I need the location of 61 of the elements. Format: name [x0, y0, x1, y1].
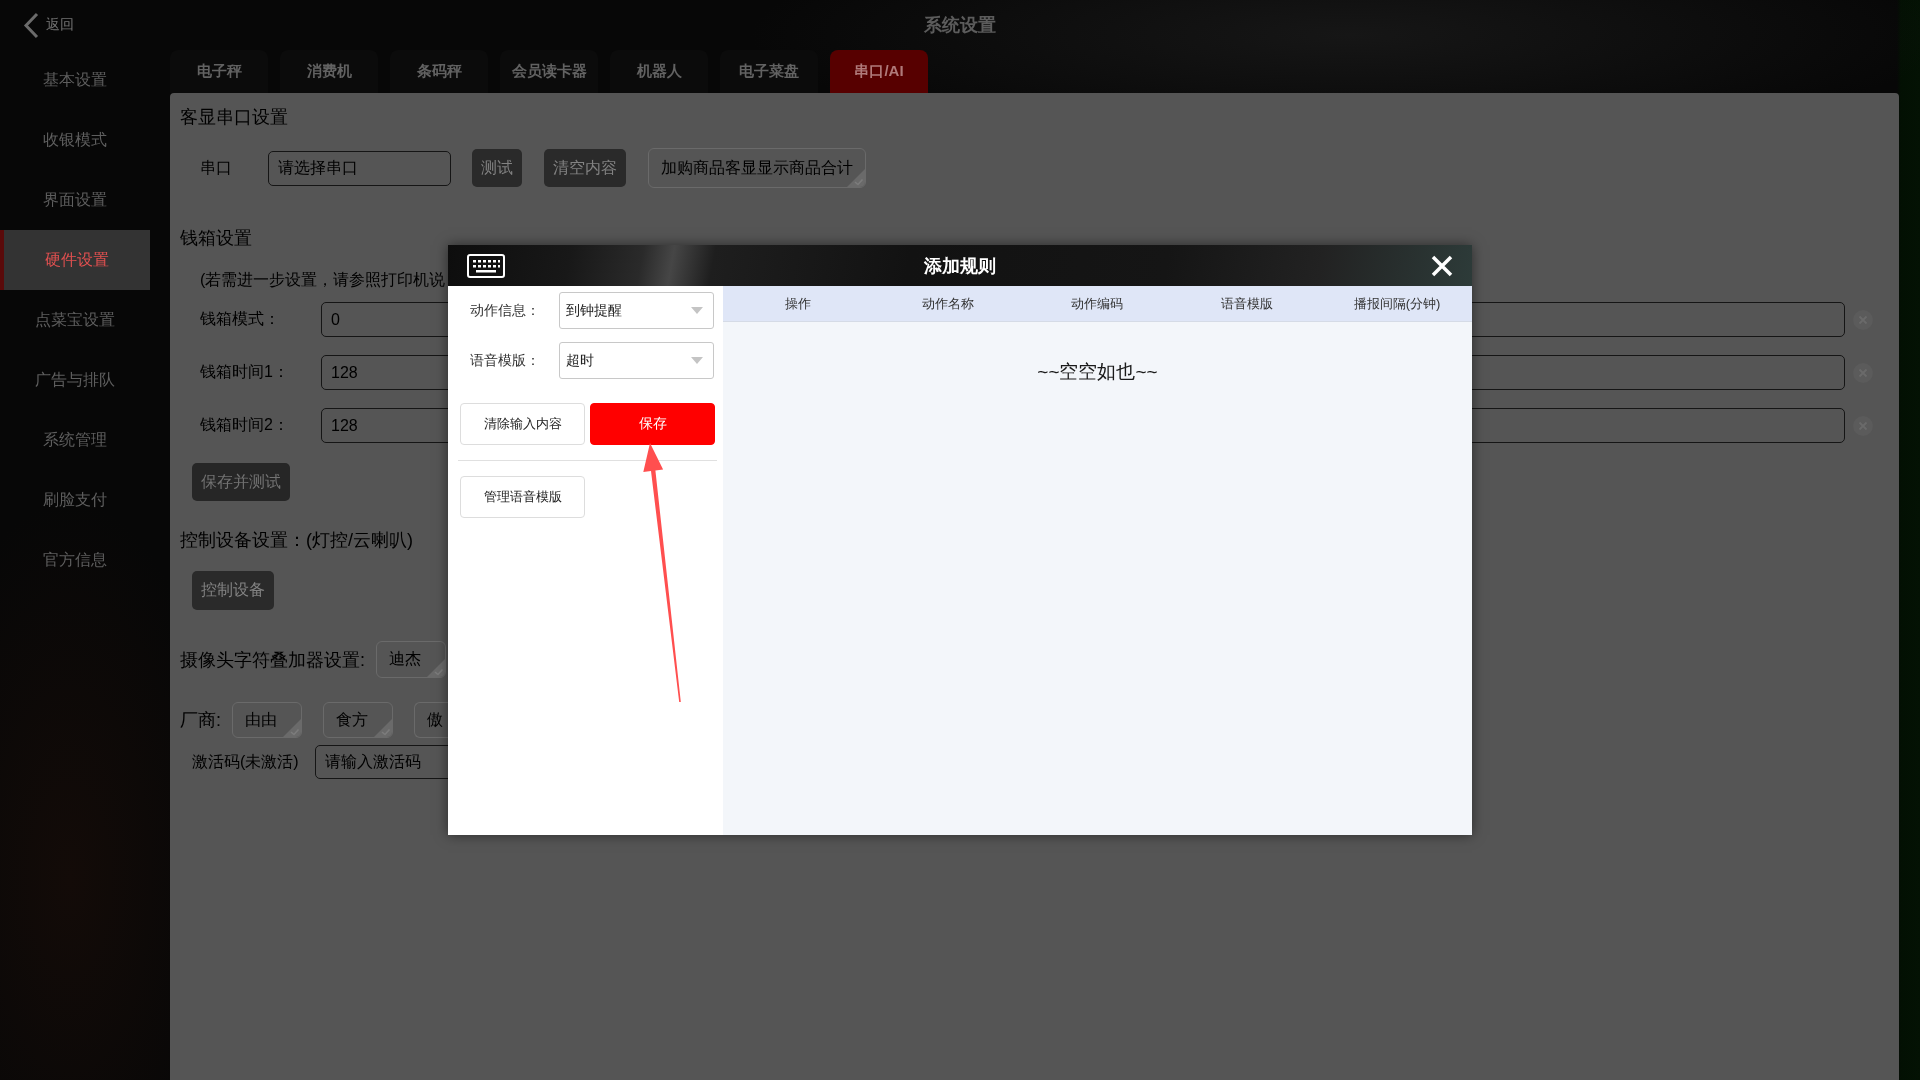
dialog-title: 添加规则 — [924, 254, 996, 278]
save-button[interactable]: 保存 — [590, 403, 715, 445]
option-chip[interactable]: 加购商品客显显示商品合计 — [648, 148, 866, 188]
tab[interactable]: 会员读卡器 — [500, 50, 598, 93]
section-heading: 钱箱设置 — [180, 227, 252, 250]
clear-button[interactable]: 清除输入内容 — [460, 403, 585, 445]
sidebar-item[interactable]: 官方信息 — [0, 530, 150, 590]
close-icon[interactable] — [1431, 254, 1453, 277]
panel-button[interactable]: 测试 — [472, 149, 522, 187]
panel-button[interactable]: 控制设备 — [192, 571, 274, 610]
sidebar-item[interactable]: 硬件设置 — [0, 230, 150, 290]
column-header: 动作名称 — [920, 294, 975, 313]
field-label: 厂商: — [180, 709, 221, 732]
caret-icon — [691, 357, 703, 364]
tab[interactable]: 电子秤 — [170, 50, 268, 93]
sidebar-item[interactable]: 广告与排队 — [0, 350, 150, 410]
field-label: 串口 — [200, 157, 233, 178]
column-header: 语音模版 — [1220, 294, 1275, 313]
empty-message: ~~空空如也~~ — [1037, 360, 1158, 384]
field-label: 钱箱时间1： — [200, 362, 290, 382]
field-label: 语音模版： — [470, 351, 541, 370]
check-corner-icon — [427, 659, 445, 677]
field-label: 钱箱模式： — [200, 309, 281, 329]
tab[interactable]: 机器人 — [610, 50, 708, 93]
tab[interactable]: 条码秤 — [390, 50, 488, 93]
panel-button[interactable]: 清空内容 — [544, 149, 626, 187]
port-select[interactable]: 请选择串口 — [268, 150, 451, 186]
sidebar-item[interactable]: 点菜宝设置 — [0, 290, 150, 350]
column-header: 动作编码 — [1070, 294, 1125, 313]
option-chip[interactable]: 食方 — [323, 702, 393, 738]
back-button[interactable]: 返回 — [23, 11, 74, 39]
field-label: 激活码(未激活) — [192, 751, 299, 772]
option-chip[interactable]: 迪杰 — [376, 641, 446, 678]
check-corner-icon — [283, 719, 301, 737]
section-heading: 控制设备设置：(灯控/云喇叭) — [180, 529, 413, 552]
keyboard-icon[interactable] — [467, 253, 505, 278]
hint-text: (若需进一步设置，请参照打印机说 — [200, 270, 446, 290]
column-header: 操作 — [783, 294, 812, 313]
caret-icon — [691, 307, 703, 314]
chevron-left-icon — [23, 11, 39, 39]
manage-button[interactable]: 管理语音模版 — [460, 476, 585, 518]
section-heading: 客显串口设置 — [180, 106, 288, 129]
sidebar-item[interactable]: 基本设置 — [0, 50, 150, 110]
field-label: 动作信息： — [470, 301, 541, 320]
sidebar-item[interactable]: 收银模式 — [0, 110, 150, 170]
sidebar-item[interactable]: 刷脸支付 — [0, 470, 150, 530]
dropdown[interactable]: 到钟提醒 — [559, 292, 714, 329]
field-label: 钱箱时间2： — [200, 415, 290, 435]
sidebar-item[interactable]: 系统管理 — [0, 410, 150, 470]
column-header: 播报间隔(分钟) — [1352, 294, 1442, 313]
dropdown[interactable]: 超时 — [559, 342, 714, 379]
option-chip[interactable]: 由由 — [232, 702, 302, 738]
option-chip[interactable]: 傲 — [414, 702, 448, 738]
tab[interactable]: 消费机 — [280, 50, 378, 93]
panel-button[interactable]: 保存并测试 — [192, 463, 290, 501]
field-label: 摄像头字符叠加器设置: — [180, 648, 365, 672]
check-corner-icon — [374, 719, 392, 737]
page-title: 系统设置 — [924, 14, 996, 37]
sidebar-item[interactable]: 界面设置 — [0, 170, 150, 230]
tab[interactable]: 串口/AI — [830, 50, 928, 93]
tab[interactable]: 电子菜盘 — [720, 50, 818, 93]
